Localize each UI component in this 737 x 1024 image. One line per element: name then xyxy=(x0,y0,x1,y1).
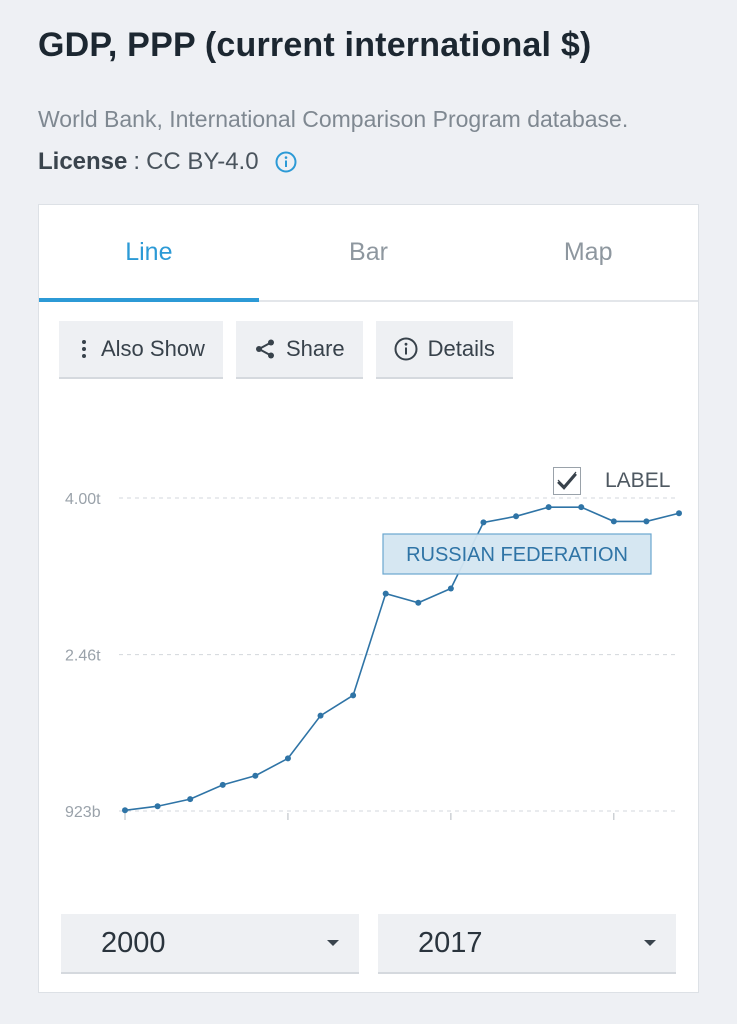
chart-card: Line Bar Map Also Show Share Details LAB xyxy=(38,204,699,993)
line-chart: 4.00t 2.46t 923b RUSSIAN FEDERATION xyxy=(65,491,682,821)
data-point xyxy=(317,712,324,719)
data-point xyxy=(578,504,585,511)
data-point xyxy=(284,755,291,762)
page-title: GDP, PPP (current international $) xyxy=(38,26,592,64)
data-point xyxy=(513,513,520,520)
tab-line[interactable]: Line xyxy=(39,205,259,302)
details-button[interactable]: Details xyxy=(375,321,513,379)
source-text: World Bank, International Comparison Pro… xyxy=(38,106,629,132)
share-icon xyxy=(254,338,276,360)
end-year-select[interactable]: 2017 xyxy=(378,914,676,974)
data-point xyxy=(122,807,128,814)
data-point xyxy=(154,803,161,810)
y-tick-label: 923b xyxy=(65,804,101,821)
data-point xyxy=(252,772,259,779)
also-show-button[interactable]: Also Show xyxy=(59,321,223,379)
start-year-value: 2000 xyxy=(101,926,166,959)
license-label: License xyxy=(38,148,128,175)
data-point xyxy=(676,510,682,517)
y-tick-label: 2.46t xyxy=(65,648,101,665)
info-circle-icon xyxy=(394,337,418,361)
license-line: License : CC BY-4.0 xyxy=(38,148,297,176)
data-point xyxy=(610,518,617,525)
data-point xyxy=(382,590,389,597)
tab-bar[interactable]: Bar xyxy=(259,205,479,300)
chart-toolbar: Also Show Share Details xyxy=(59,321,513,379)
share-label: Share xyxy=(285,336,345,361)
more-vertical-icon xyxy=(77,339,91,359)
chart-tabs: Line Bar Map xyxy=(39,205,698,302)
data-point xyxy=(219,781,226,788)
info-icon[interactable] xyxy=(275,151,297,173)
data-point xyxy=(415,599,422,606)
data-point xyxy=(350,692,357,699)
data-point xyxy=(480,519,487,526)
data-point xyxy=(187,796,194,803)
start-year-select[interactable]: 2000 xyxy=(61,914,359,974)
license-sep: : xyxy=(133,148,141,175)
caret-down-icon xyxy=(644,940,656,946)
end-year-value: 2017 xyxy=(418,926,483,959)
series-label: RUSSIAN FEDERATION xyxy=(406,544,628,566)
share-button[interactable]: Share xyxy=(235,321,363,379)
data-point xyxy=(545,504,552,511)
data-point xyxy=(643,518,650,525)
caret-down-icon xyxy=(327,940,339,946)
details-label: Details xyxy=(427,336,495,361)
data-point xyxy=(447,585,454,592)
tab-map[interactable]: Map xyxy=(478,205,698,300)
y-tick-label: 4.00t xyxy=(65,491,101,508)
also-show-label: Also Show xyxy=(101,336,205,361)
license-value: CC BY-4.0 xyxy=(146,148,259,175)
